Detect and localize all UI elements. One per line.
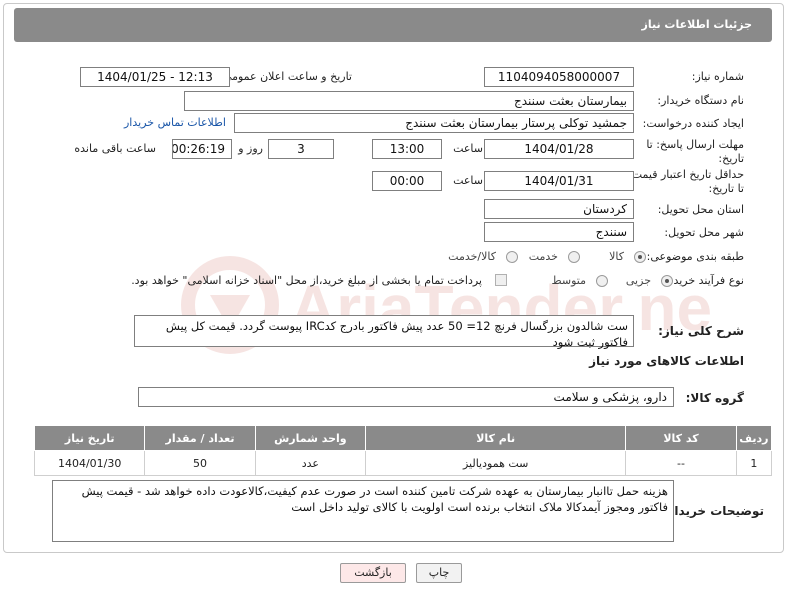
province-label: استان محل تحویل: (657, 203, 744, 216)
days-label: روز و (238, 142, 263, 155)
buyer-org-label: نام دستگاه خریدار: (657, 94, 744, 107)
need-number-label: شماره نیاز: (691, 70, 744, 83)
table-row: 1 -- ست همودیالیز عدد 50 1404/01/30 (33, 450, 773, 476)
category-radio-both[interactable] (506, 251, 518, 263)
process-label: نوع فرآیند خرید : (666, 274, 744, 287)
back-button[interactable]: بازگشت (340, 563, 406, 583)
col-header-quantity: تعداد / مقدار (144, 425, 256, 451)
remaining-time-field: 00:26:19 (172, 139, 232, 159)
print-button[interactable]: چاپ (416, 563, 462, 583)
category-option-goods: کالا (609, 250, 624, 263)
goods-group-field: دارو، پزشکی و سلامت (138, 387, 674, 407)
remaining-label: ساعت باقی مانده (74, 142, 156, 155)
treasury-checkbox[interactable] (495, 274, 507, 286)
category-radio-goods[interactable] (634, 251, 646, 263)
col-header-row-number: ردیف (735, 425, 773, 451)
validity-time-field: 00:00 (372, 171, 442, 191)
cell-unit: عدد (254, 450, 367, 476)
general-description-field: ست شالدون بزرگسال فرنچ 12= 50 عدد پیش فا… (134, 315, 634, 349)
goods-group-label: گروه کالا: (685, 391, 744, 405)
cell-quantity: 50 (144, 450, 256, 476)
category-option-both: کالا/خدمت (448, 250, 496, 263)
process-radio-medium[interactable] (596, 275, 608, 287)
page-title: جزئیات اطلاعات نیاز (641, 18, 753, 31)
buyer-org-field: بیمارستان بعثت سنندج (184, 91, 634, 111)
page-header: جزئیات اطلاعات نیاز (14, 8, 772, 42)
min-validity-label: حداقل تاریخ اعتبار قیمت: تا تاریخ: (628, 168, 744, 195)
cell-row-number: 1 (735, 450, 773, 476)
process-radio-minor[interactable] (661, 275, 673, 287)
cell-date: 1404/01/30 (33, 450, 146, 476)
validity-time-label: ساعت (453, 174, 483, 187)
general-description-label: شرح کلی نیاز: (658, 324, 744, 338)
table-header-row: ردیف کد کالا نام کالا واحد شمارش تعداد /… (33, 425, 773, 451)
items-table: ردیف کد کالا نام کالا واحد شمارش تعداد /… (33, 425, 773, 476)
col-header-date: تاریخ نیاز (33, 425, 146, 451)
cell-name: ست همودیالیز (365, 450, 627, 476)
category-option-service: خدمت (528, 250, 558, 263)
buyer-contact-link[interactable]: اطلاعات تماس خریدار (124, 116, 226, 129)
creator-field: جمشید توکلی پرستار بیمارستان بعثت سنندج (234, 113, 634, 133)
goods-section-title: اطلاعات کالاهای مورد نیاز (589, 354, 744, 368)
buyer-notes-label: توضیحات خریدار: (662, 504, 764, 518)
days-field: 3 (268, 139, 334, 159)
cell-code: -- (625, 450, 737, 476)
col-header-unit: واحد شمارش (254, 425, 367, 451)
validity-date-field: 1404/01/31 (484, 171, 634, 191)
province-field: کردستان (484, 199, 634, 219)
deadline-date-field: 1404/01/28 (484, 139, 634, 159)
process-option-medium: متوسط (551, 274, 586, 287)
deadline-time-label: ساعت (453, 142, 483, 155)
creator-label: ایجاد کننده درخواست: (642, 117, 744, 130)
announce-label: تاریخ و ساعت اعلان عمومی: (219, 70, 352, 83)
deadline-time-field: 13:00 (372, 139, 442, 159)
process-option-minor: جزیی (625, 274, 651, 287)
buyer-notes-field: هزینه حمل تاانبار بیمارستان به عهده شرکت… (52, 480, 674, 542)
city-label: شهر محل تحویل: (664, 226, 744, 239)
col-header-name: نام کالا (365, 425, 627, 451)
category-radio-service[interactable] (568, 251, 580, 263)
category-label: طبقه بندی موضوعی: (646, 250, 744, 263)
treasury-note: پرداخت تمام یا بخشی از مبلغ خرید،از محل … (131, 274, 482, 287)
need-number-field: 1104094058000007 (484, 67, 634, 87)
announce-datetime-field: 1404/01/25 - 12:13 (80, 67, 230, 87)
col-header-code: کد کالا (625, 425, 737, 451)
deadline-label: مهلت ارسال پاسخ: تا تاریخ: (646, 138, 744, 165)
city-field: سنندج (484, 222, 634, 242)
